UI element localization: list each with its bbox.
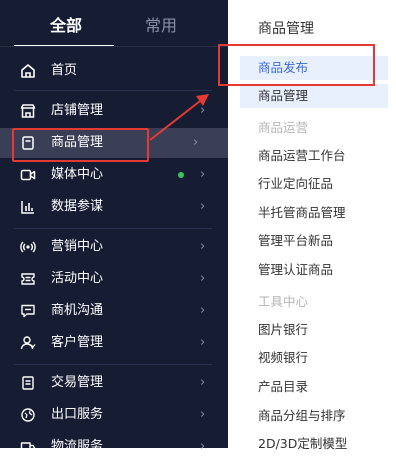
order-icon	[22, 376, 34, 390]
sidebar-item-label: 首页	[51, 63, 78, 78]
sidebar-item-media[interactable]: 媒体中心 ›	[0, 160, 228, 190]
submenu-group-tools: 工具中心	[258, 294, 309, 309]
submenu-group-operations: 商品运营	[258, 120, 309, 135]
submenu-item-3d-model[interactable]: 2D/3D定制模型	[258, 436, 347, 452]
globe-icon	[21, 408, 35, 422]
submenu-title: 商品管理	[258, 21, 314, 37]
broadcast-icon	[20, 241, 36, 253]
submenu-item-semi-managed[interactable]: 半托管商品管理	[258, 205, 346, 221]
chevron-right-icon: ›	[200, 103, 206, 118]
sidebar-item-label: 商机沟通	[51, 303, 104, 318]
sidebar-item-label: 数据参谋	[51, 199, 104, 214]
chevron-right-icon: ›	[200, 407, 206, 422]
chevron-right-icon: ›	[200, 239, 206, 254]
submenu-item-certified[interactable]: 管理认证商品	[258, 262, 333, 278]
sidebar-item-label: 物流服务	[51, 439, 104, 454]
submenu-item-video-bank[interactable]: 视频银行	[258, 350, 308, 366]
tabs-divider	[0, 46, 228, 47]
chevron-right-icon: ›	[193, 135, 199, 150]
sidebar-item-activity[interactable]: 活动中心 ›	[0, 264, 228, 294]
chevron-right-icon: ›	[200, 167, 206, 182]
submenu-item-image-bank[interactable]: 图片银行	[258, 322, 308, 338]
chevron-right-icon: ›	[200, 271, 206, 286]
media-icon	[20, 169, 36, 181]
chevron-right-icon: ›	[200, 335, 206, 350]
highlight-box-publish	[218, 44, 375, 86]
submenu-item-grouping[interactable]: 商品分组与排序	[258, 408, 346, 424]
submenu-item-catalog[interactable]: 产品目录	[258, 379, 308, 395]
tab-common[interactable]: 常用	[145, 16, 177, 36]
chevron-right-icon: ›	[200, 439, 206, 454]
chevron-right-icon: ›	[200, 199, 206, 214]
customer-icon	[20, 336, 36, 350]
sidebar-item-business-chat[interactable]: 商机沟通 ›	[0, 296, 228, 326]
sidebar-item-label: 营销中心	[51, 239, 104, 254]
store-icon	[20, 104, 36, 118]
sidebar: 全部 常用 首页 店铺管理 › 商品管理 › 媒体中心 › 数据参谋 › 营销中…	[0, 0, 228, 454]
submenu-item-ops-workbench[interactable]: 商品运营工作台	[258, 148, 346, 164]
submenu-item-industry-sourcing[interactable]: 行业定向征品	[258, 176, 333, 192]
sidebar-item-label: 店铺管理	[51, 103, 104, 118]
sidebar-item-label: 活动中心	[51, 271, 104, 286]
sidebar-item-orders[interactable]: 交易管理 ›	[0, 368, 228, 398]
status-dot	[178, 172, 184, 178]
sidebar-item-store[interactable]: 店铺管理 ›	[0, 96, 228, 126]
activity-icon	[21, 273, 35, 285]
data-chart-icon	[21, 201, 34, 214]
sidebar-tabs: 全部 常用	[0, 0, 228, 50]
sidebar-item-logistics[interactable]: 物流服务 ›	[0, 432, 228, 462]
chat-icon	[21, 304, 35, 318]
chevron-right-icon: ›	[200, 375, 206, 390]
sidebar-item-label: 交易管理	[51, 375, 104, 390]
sidebar-item-label: 出口服务	[51, 407, 104, 422]
home-icon	[21, 64, 35, 78]
nav-divider	[14, 90, 212, 91]
submenu-item-manage[interactable]: 商品管理	[258, 88, 308, 104]
chevron-right-icon: ›	[200, 303, 206, 318]
tab-all[interactable]: 全部	[50, 16, 82, 36]
sidebar-item-label: 客户管理	[51, 335, 104, 350]
sidebar-item-marketing[interactable]: 营销中心 ›	[0, 232, 228, 262]
highlight-box-products	[12, 128, 149, 162]
sidebar-item-customers[interactable]: 客户管理 ›	[0, 328, 228, 358]
submenu-item-platform-new[interactable]: 管理平台新品	[258, 233, 333, 249]
truck-icon	[20, 442, 36, 451]
sidebar-item-label: 媒体中心	[51, 167, 104, 182]
nav-divider	[14, 364, 212, 365]
nav-divider	[14, 228, 212, 229]
sidebar-item-data[interactable]: 数据参谋 ›	[0, 192, 228, 222]
sidebar-item-export[interactable]: 出口服务 ›	[0, 400, 228, 430]
sidebar-item-home[interactable]: 首页	[0, 56, 228, 86]
